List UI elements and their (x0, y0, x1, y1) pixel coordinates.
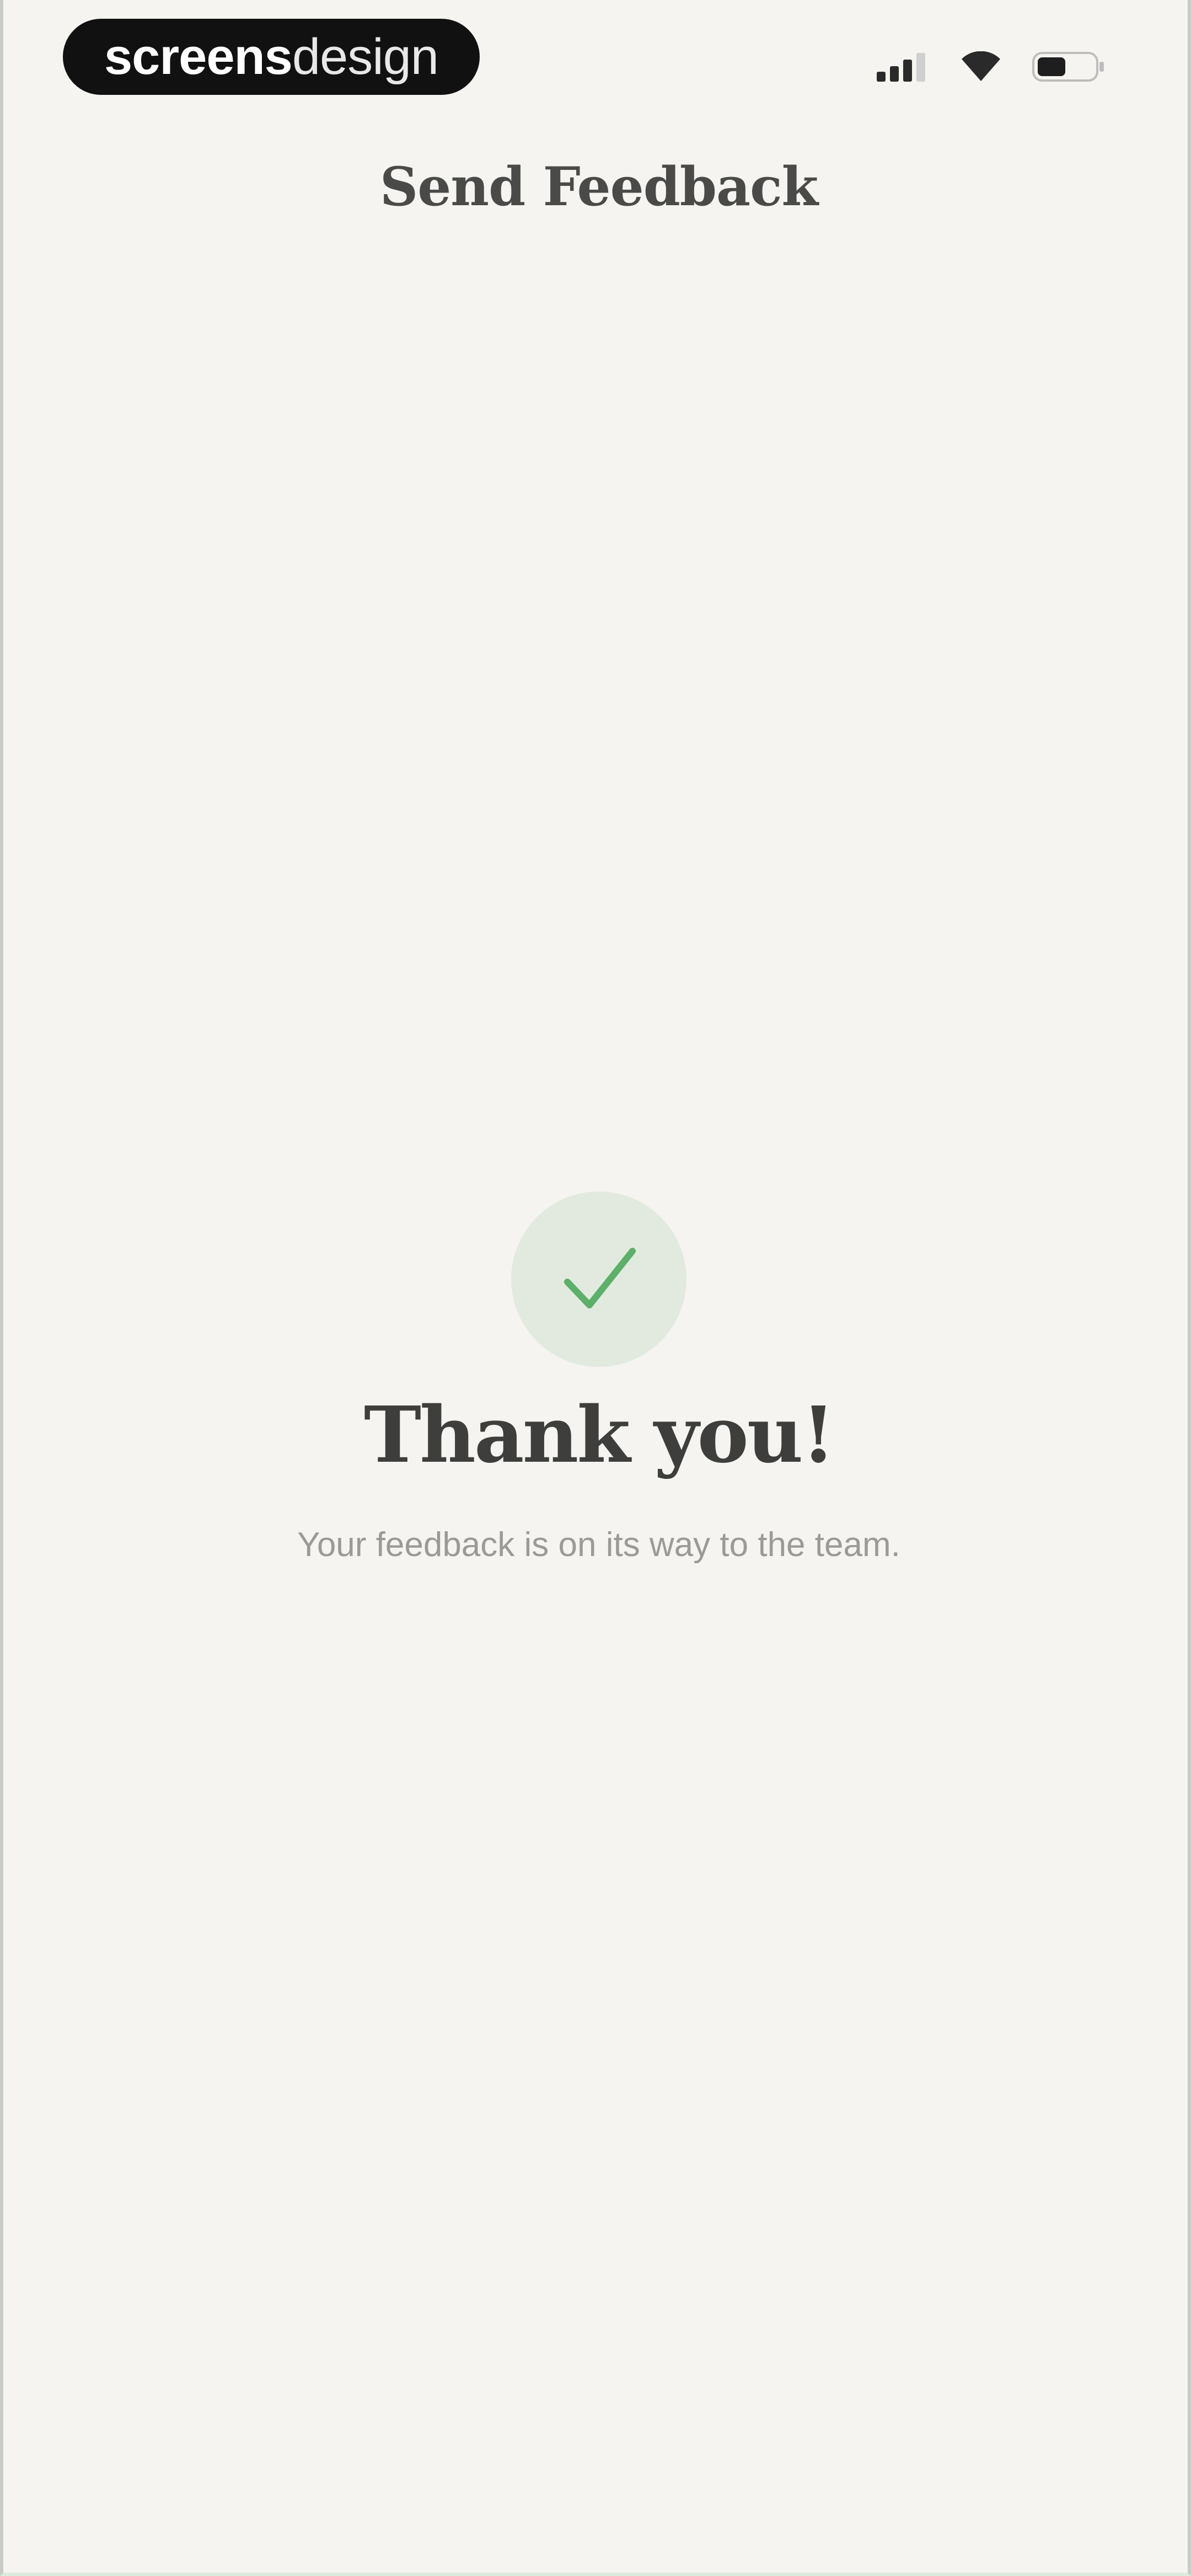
status-icons (877, 51, 1105, 83)
success-message: Your feedback is on its way to the team. (297, 1526, 900, 1564)
success-headline: Thank you! (363, 1390, 835, 1481)
page-title: Send Feedback (379, 156, 818, 218)
brand-logo-pill: screens design (63, 19, 480, 95)
app-screen: screens design Send Feedback Thank you! Y… (0, 0, 1191, 2576)
brand-logo-light-text: design (292, 28, 439, 85)
success-badge (511, 1191, 686, 1367)
battery-icon (1032, 52, 1104, 82)
checkmark-icon (564, 1248, 636, 1308)
signal-icon (877, 53, 925, 82)
wifi-icon (962, 51, 1000, 81)
brand-logo-bold-text: screens (104, 28, 293, 85)
